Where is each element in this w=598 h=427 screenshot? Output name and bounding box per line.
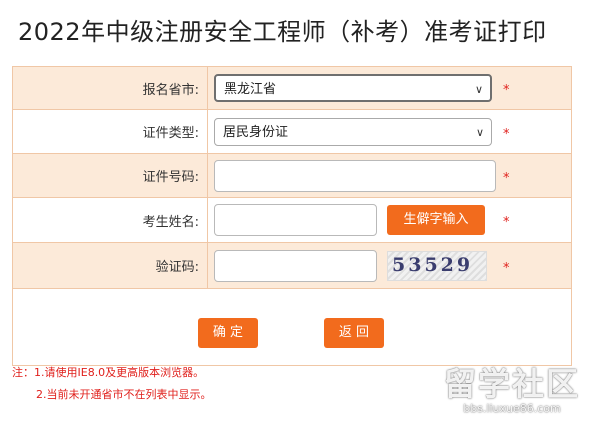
chevron-down-icon: ∨ xyxy=(474,83,483,96)
province-select[interactable]: 黑龙江省 ∨ xyxy=(214,74,492,102)
chevron-down-icon: ∨ xyxy=(475,125,484,139)
required-mark: * xyxy=(503,82,510,98)
name-field-cell: 生僻字输入 * xyxy=(207,197,572,243)
required-mark: * xyxy=(503,126,510,142)
required-mark: * xyxy=(503,214,510,230)
province-select-value: 黑龙江省 xyxy=(224,82,277,97)
captcha-image-text: 53529 xyxy=(392,253,474,276)
form-row-id-type: 证件类型: 居民身份证 ∨ * xyxy=(12,109,572,154)
id-number-field-cell: * xyxy=(207,153,572,198)
note-line-2: 2.当前未开通省市不在列表中显示。 xyxy=(36,388,212,401)
name-label: 考生姓名: xyxy=(12,197,208,243)
province-label: 报名省市: xyxy=(12,66,208,110)
form-row-province: 报名省市: 黑龙江省 ∨ * xyxy=(12,66,572,110)
province-field-cell: 黑龙江省 ∨ * xyxy=(207,66,572,110)
captcha-input[interactable] xyxy=(214,249,377,282)
name-input[interactable] xyxy=(214,204,377,236)
id-number-input[interactable] xyxy=(214,159,496,192)
watermark-text: 留学社区 xyxy=(443,365,580,403)
action-buttons: 确 定 返 回 xyxy=(198,318,598,350)
note-line-1: 注：1.请使用IE8.0及更高版本浏览器。 xyxy=(12,366,205,379)
form-row-id-number: 证件号码: * xyxy=(12,153,572,198)
watermark-url: bbs.liuxue86.com xyxy=(463,402,561,415)
rare-char-input-button[interactable]: 生僻字输入 xyxy=(387,205,485,235)
id-type-field-cell: 居民身份证 ∨ * xyxy=(207,109,572,154)
back-button[interactable]: 返 回 xyxy=(324,318,384,348)
confirm-button[interactable]: 确 定 xyxy=(198,318,258,348)
form-row-name: 考生姓名: 生僻字输入 * xyxy=(12,197,572,243)
id-type-select[interactable]: 居民身份证 ∨ xyxy=(214,117,492,146)
required-mark: * xyxy=(503,170,510,186)
watermark-logo: 留学社区 bbs.liuxue86.com xyxy=(444,359,580,415)
page-title: 2022年中级注册安全工程师（补考）准考证打印 xyxy=(18,18,547,46)
notes: 注：1.请使用IE8.0及更高版本浏览器。 2.当前未开通省市不在列表中显示。 xyxy=(12,362,212,406)
id-type-select-value: 居民身份证 xyxy=(223,124,289,140)
required-mark: * xyxy=(503,260,510,276)
captcha-image[interactable]: 53529 xyxy=(387,250,487,281)
id-number-label: 证件号码: xyxy=(12,153,208,198)
captcha-label: 验证码: xyxy=(12,242,208,289)
form-row-captcha: 验证码: 53529 * xyxy=(12,242,572,289)
captcha-field-cell: 53529 * xyxy=(207,242,572,289)
id-type-label: 证件类型: xyxy=(12,109,208,154)
